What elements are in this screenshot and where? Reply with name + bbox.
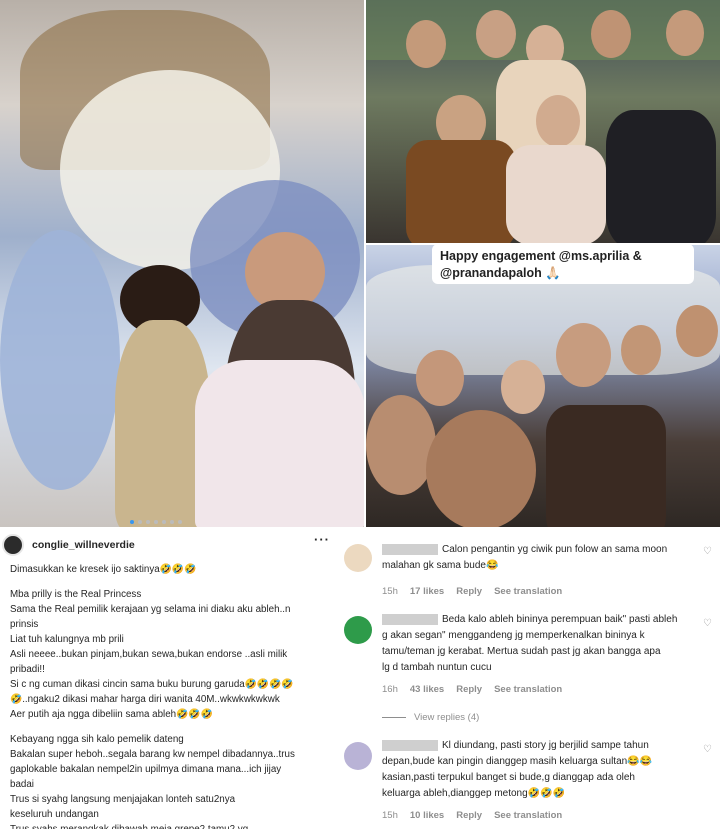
person-face (366, 395, 436, 495)
person-face (476, 10, 516, 58)
comment-likes[interactable]: 17 likes (410, 586, 444, 597)
dark-suit (606, 110, 716, 243)
view-replies-button[interactable]: View replies (4) (382, 712, 479, 723)
batik-shirt (546, 405, 666, 527)
selfie-photo[interactable] (366, 245, 720, 527)
caption-line: Dimasukkan ke kresek ijo saktinya🤣🤣🤣 (10, 564, 197, 575)
comment-username-redacted[interactable] (382, 739, 438, 751)
person-face (676, 305, 718, 357)
caption-line: badai (10, 779, 34, 790)
comment-meta: 15h 17 likes Reply See translation (382, 586, 562, 597)
avatar[interactable] (344, 742, 372, 770)
engagement-photo-left[interactable] (0, 0, 364, 527)
caption-line: prinsis (10, 619, 39, 630)
blue-flowers-left (0, 230, 120, 490)
caption-line: Bakalan super heboh..segala barang kw ne… (10, 749, 295, 760)
comment-meta: 15h 10 likes Reply See translation (382, 810, 562, 821)
caption-line: Trus si syahg langsung menjajakan lonteh… (10, 794, 236, 805)
front-man-face (426, 410, 536, 527)
person-face (666, 10, 704, 56)
caption-line: gaplokable bakalan nempel2in upilmya dim… (10, 764, 282, 775)
comment-likes[interactable]: 43 likes (410, 684, 444, 695)
post-header: conglie_willneverdie ··· (0, 528, 340, 562)
group-photo[interactable] (366, 0, 720, 243)
caption-line: Si c ng cuman dikasi cincin sama buku bu… (10, 679, 294, 690)
see-translation-link[interactable]: See translation (494, 684, 562, 695)
post-caption: Dimasukkan ke kresek ijo saktinya🤣🤣🤣 Mba … (10, 562, 340, 829)
comment-time: 15h (382, 810, 398, 821)
view-replies-label: View replies (4) (414, 712, 480, 723)
avatar[interactable] (344, 544, 372, 572)
comment-time: 15h (382, 586, 398, 597)
reply-link[interactable]: Reply (456, 810, 482, 821)
person-face (406, 20, 446, 68)
woman-seated-face (536, 95, 580, 147)
caption-line: Sama the Real pemilik kerajaan yg selama… (10, 604, 291, 615)
heart-icon[interactable]: ♡ (703, 744, 712, 755)
caption-line: Mba prilly is the Real Princess (10, 589, 142, 600)
comment-meta: 16h 43 likes Reply See translation (382, 684, 562, 695)
see-translation-link[interactable]: See translation (494, 810, 562, 821)
heart-icon[interactable]: ♡ (703, 618, 712, 629)
caption-line: Kebayang ngga sih kalo pemelik dateng (10, 734, 184, 745)
caption-line: Asli neeee..bukan pinjam,bukan sewa,buka… (10, 649, 288, 660)
caption-line: Trus syahs merangkak dibawah meja,grepe2… (10, 822, 340, 829)
groom-face (556, 323, 611, 387)
avatar[interactable] (344, 616, 372, 644)
batik-shirt (406, 140, 516, 243)
reply-link[interactable]: Reply (456, 586, 482, 597)
comment-text: Beda kalo ableh bininya perempuan baik" … (382, 613, 678, 673)
heart-icon[interactable]: ♡ (703, 546, 712, 557)
comment-username-redacted[interactable] (382, 613, 438, 625)
comment-text: Kl diundang, pasti story jg berjilid sam… (382, 739, 653, 799)
username[interactable]: conglie_willneverdie (32, 539, 135, 551)
caption-line: Aer putih aja ngga dibeliin sama ableh🤣🤣… (10, 709, 213, 720)
caption-line: 🤣..ngaku2 dikasi mahar harga diri wanita… (10, 694, 280, 705)
reply-link[interactable]: Reply (456, 684, 482, 695)
woman-pink-outfit (195, 360, 364, 527)
person-face (621, 325, 661, 375)
comment-text: Calon pengantin yg ciwik pun folow an sa… (382, 543, 668, 571)
comments-panel: Calon pengantin yg ciwik pun folow an sa… (340, 528, 720, 829)
caption-line: Liat tuh kalungnya mb prili (10, 634, 124, 645)
caption-line: pribadi!! (10, 664, 45, 675)
story-caption-line1: Happy engagement @ms.aprilia & (440, 249, 642, 263)
comment-time: 16h (382, 684, 398, 695)
more-dots-icon[interactable]: ··· (314, 532, 330, 547)
see-translation-link[interactable]: See translation (494, 586, 562, 597)
person-face (591, 10, 631, 58)
avatar[interactable] (2, 534, 24, 556)
caption-line: keseluruh undangan (10, 809, 99, 820)
comment-likes[interactable]: 10 likes (410, 810, 444, 821)
comment-username-redacted[interactable] (382, 543, 438, 555)
story-caption-line2: @pranandapaloh 🙏🏻 (440, 266, 561, 280)
carousel-dots (130, 520, 182, 524)
person-face (416, 350, 464, 406)
pink-outfit (506, 145, 606, 243)
divider (382, 717, 406, 718)
bride-face (501, 360, 545, 414)
